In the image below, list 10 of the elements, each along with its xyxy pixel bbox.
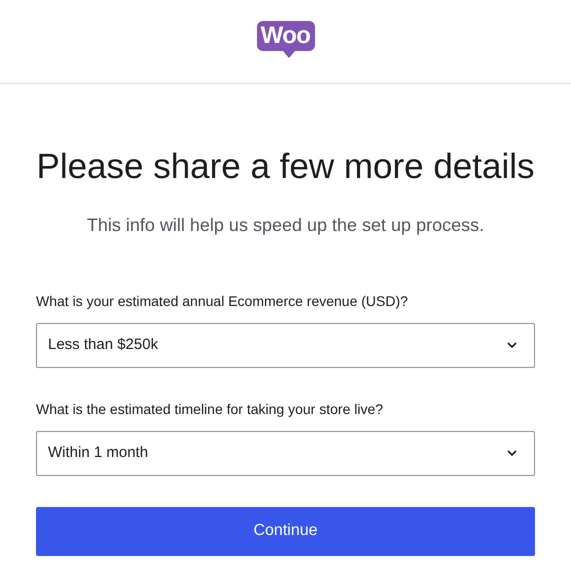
page-subtitle: This info will help us speed up the set up process. — [86, 214, 486, 237]
continue-button[interactable]: Continue — [36, 506, 535, 556]
field-label: What is your estimated annual Ecommerce revenue (USD)? — [36, 292, 409, 311]
chevron-down-icon — [507, 450, 517, 456]
dropdown[interactable]: Less than $250k — [36, 322, 535, 368]
chevron-down-icon — [507, 342, 517, 348]
dropdown[interactable]: Within 1 month — [36, 430, 535, 476]
woo-logo: Woo — [256, 21, 314, 58]
field-label: What is the estimated timeline for taking your store live? — [36, 400, 384, 419]
page-title: Please share a few more details — [35, 146, 536, 188]
